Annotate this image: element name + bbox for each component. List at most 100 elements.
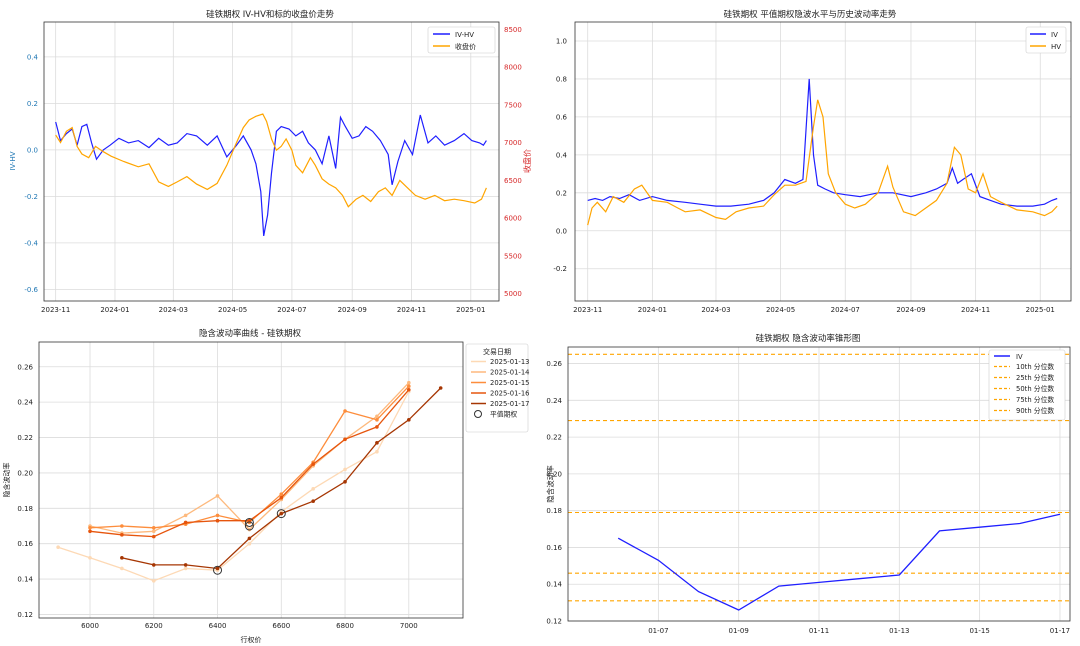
chart1-grid bbox=[44, 22, 499, 301]
chart3-data-point bbox=[88, 525, 92, 530]
chart2-y-tick-label: 0.2 bbox=[556, 189, 567, 197]
chart1-x-ticks: 2023-11 2024-01 2024-03 2024-05 2024-07 2024-… bbox=[41, 306, 485, 314]
chart3-legend-atm: 平值期权 bbox=[490, 410, 517, 419]
chart3-data-point bbox=[215, 566, 220, 571]
chart3-data-point bbox=[311, 487, 315, 491]
chart3-x-tick-label: 6400 bbox=[209, 622, 227, 630]
chart2-x-tick-label: 2024-07 bbox=[831, 306, 860, 314]
chart3-data-point bbox=[120, 556, 124, 560]
chart3-data-point bbox=[88, 556, 92, 560]
chart3-data-point bbox=[311, 462, 315, 466]
chart3-legend: 交易日期 2025-01-13 2025-01-14 2025-01-15 2025-… bbox=[465, 343, 530, 433]
chart4-y-tick-label: 0.12 bbox=[546, 618, 562, 626]
chart1-y2-tick-label: 6500 bbox=[504, 177, 522, 185]
chart3-data-point bbox=[151, 563, 156, 567]
chart4-x-tick-label: 01-07 bbox=[648, 627, 668, 635]
chart3-xlabel: 行权价 bbox=[241, 635, 262, 644]
chart4-title: 硅铁期权 隐含波动率锥形图 bbox=[756, 333, 861, 344]
chart1-y-tick-label: -0.4 bbox=[24, 239, 38, 247]
chart1-x-tick-label: 2024-03 bbox=[159, 306, 188, 314]
chart4-series-line bbox=[617, 513, 1061, 611]
chart2-y-tick-label: 0.4 bbox=[556, 151, 568, 159]
chart3-data-point bbox=[279, 492, 284, 496]
chart1-y-ticks: -0.6 -0.4 -0.2 0.0 0.2 0.4 bbox=[24, 53, 38, 294]
chart4-legend: IV10th 分位数 25th 分位数 50th 分位数 75th 分位数 90th 分… bbox=[988, 349, 1066, 421]
chart1-y-tick-label: -0.2 bbox=[24, 193, 38, 201]
chart3-data-point bbox=[151, 529, 156, 534]
chart4-y-tick-label: 0.16 bbox=[546, 544, 562, 552]
chart3-data-point bbox=[56, 545, 60, 550]
chart1-x-tick-label: 2024-07 bbox=[277, 306, 306, 314]
chart4-y-tick-label: 0.24 bbox=[546, 397, 562, 405]
chart4-legend-iv: IV bbox=[1016, 353, 1023, 361]
chart3-y-tick-label: 0.26 bbox=[17, 363, 33, 371]
chart3-data-point bbox=[183, 566, 188, 571]
chart2-lines bbox=[587, 78, 1058, 226]
chart3-ylabel: 隐含波动率 bbox=[2, 463, 11, 498]
chart1-title: 硅铁期权 IV-HV和标的收盘价走势 bbox=[206, 9, 334, 20]
chart3-data-point bbox=[343, 409, 347, 413]
chart3-series-line bbox=[89, 385, 410, 529]
chart1-lines bbox=[55, 113, 487, 237]
chart1-y-tick-label: -0.6 bbox=[24, 286, 38, 294]
chart3-y-tick-label: 0.12 bbox=[17, 611, 33, 619]
chart4-y-tick-label: 0.14 bbox=[546, 581, 562, 589]
chart2-x-tick-label: 2025-01 bbox=[1026, 306, 1055, 314]
chart2-y-tick-label: 0.0 bbox=[556, 227, 567, 235]
chart1-x-tick-label: 2024-09 bbox=[338, 306, 367, 314]
chart1-legend-ivhv: IV-HV bbox=[455, 31, 474, 39]
chart3-data-point bbox=[151, 579, 156, 583]
chart3-data-point bbox=[279, 511, 284, 516]
chart3-data-point bbox=[311, 499, 315, 504]
chart3-data-point bbox=[183, 520, 188, 525]
chart1-x-tick-label: 2025-01 bbox=[456, 306, 485, 314]
chart2-y-tick-label: -0.2 bbox=[553, 265, 567, 273]
chart3-x-tick-label: 6800 bbox=[336, 622, 354, 630]
chart2-x-tick-label: 2024-05 bbox=[766, 306, 795, 314]
chart3-y-tick-label: 0.24 bbox=[17, 399, 33, 407]
chart1-y-tick-label: 0.4 bbox=[27, 53, 39, 61]
chart1-x-tick-label: 2024-05 bbox=[218, 306, 247, 314]
chart2-frame bbox=[574, 21, 1072, 302]
chart2-y-tick-label: 0.8 bbox=[556, 75, 567, 83]
chart1-y2-tick-label: 5000 bbox=[504, 290, 522, 298]
chart1-x-tick-label: 2024-11 bbox=[397, 306, 426, 314]
chart3-grid bbox=[39, 342, 463, 618]
chart1-ylabel: IV-HV bbox=[9, 151, 17, 170]
chart3-series-line bbox=[89, 382, 410, 534]
chart2-legend: IV HV bbox=[1025, 26, 1067, 54]
chart3-data-point bbox=[247, 541, 252, 546]
chart1-x-tick-label: 2023-11 bbox=[41, 306, 70, 314]
chart1-y-tick-label: 0.2 bbox=[27, 100, 38, 108]
chart1-legend-close: 收盘价 bbox=[455, 42, 476, 51]
chart1-y2-tick-label: 8000 bbox=[504, 64, 522, 72]
chart1-y2-tick-label: 6000 bbox=[504, 215, 522, 223]
chart3-x-tick-label: 7000 bbox=[400, 622, 418, 630]
chart3-data-point bbox=[375, 425, 379, 429]
chart1-y2label: 收盘价 bbox=[522, 149, 532, 173]
chart3-data-point bbox=[215, 513, 220, 518]
chart3-data-point bbox=[407, 380, 411, 385]
chart1-y2-tick-label: 8500 bbox=[504, 26, 522, 34]
chart1-y2-tick-label: 7000 bbox=[504, 139, 522, 147]
chart1-series-line bbox=[55, 114, 487, 237]
chart3-data-point bbox=[343, 467, 347, 472]
chart3-data-point bbox=[215, 494, 220, 498]
chart4-x-ticks: 01-07 01-09 01-11 01-13 01-15 01-17 bbox=[648, 627, 1070, 635]
chart3-data-point bbox=[343, 479, 347, 484]
chart3-data-point bbox=[151, 534, 156, 539]
chart1-y2-tick-label: 7500 bbox=[504, 101, 522, 109]
chart2-title: 硅铁期权 平值期权隐波水平与历史波动率走势 bbox=[724, 9, 897, 20]
chart3-data-point bbox=[375, 449, 379, 454]
chart2-y-tick-label: 1.0 bbox=[556, 37, 567, 45]
chart3-legend-entry: 2025-01-15 bbox=[490, 379, 530, 387]
chart1-series-line bbox=[55, 113, 487, 208]
chart3-x-ticks: 6000 6200 6400 6600 6800 7000 bbox=[81, 622, 418, 630]
chart3-y-tick-label: 0.22 bbox=[17, 434, 33, 442]
chart3-data-point bbox=[120, 524, 124, 528]
chart3-data-point bbox=[151, 525, 156, 530]
chart3-title: 隐含波动率曲线 - 硅铁期权 bbox=[199, 328, 301, 339]
chart2-x-ticks: 2023-11 2024-01 2024-03 2024-05 2024-07 2024-… bbox=[573, 306, 1055, 314]
chart1-frame bbox=[43, 21, 500, 302]
chart3-x-tick-label: 6600 bbox=[272, 622, 290, 630]
